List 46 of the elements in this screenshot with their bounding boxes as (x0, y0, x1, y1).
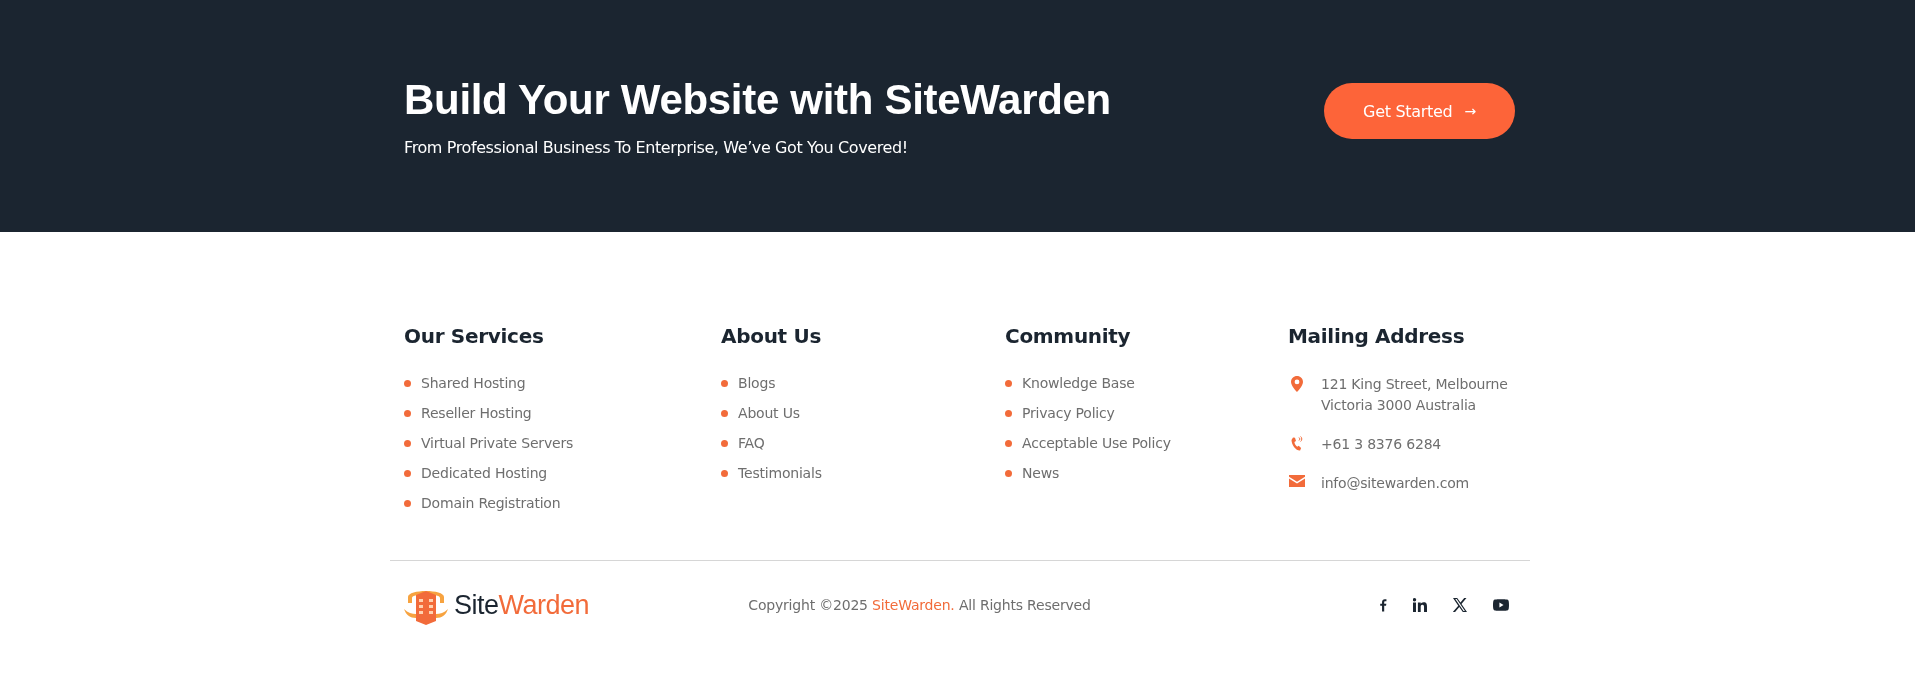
banner-subtitle: From Professional Business To Enterprise, We’ve Got You Covered! (404, 137, 909, 157)
bullet-icon (404, 409, 411, 417)
envelope-icon (1288, 475, 1305, 487)
footer-link[interactable]: Acceptable Use Policy (1022, 434, 1171, 452)
footer-link[interactable]: Reseller Hosting (421, 404, 532, 422)
location-pin-icon (1290, 376, 1303, 392)
bullet-icon (1005, 469, 1012, 477)
youtube-icon[interactable] (1493, 599, 1509, 611)
column-heading: About Us (721, 324, 823, 348)
footer-link[interactable]: Testimonials (738, 464, 822, 482)
footer-link[interactable]: Dedicated Hosting (421, 464, 547, 482)
copyright-link[interactable]: SiteWarden. (872, 597, 955, 613)
bullet-icon (1005, 409, 1012, 417)
footer-link[interactable]: News (1022, 464, 1060, 482)
footer-link[interactable]: Domain Registration (421, 494, 561, 512)
bullet-icon (721, 439, 728, 447)
bullet-icon (721, 469, 728, 477)
bullet-icon (721, 379, 728, 387)
contact-text: 121 King Street, Melbourne Victoria 3000 Australia (1321, 375, 1508, 415)
column-heading: Community (1005, 324, 1132, 348)
footer-link[interactable]: Shared Hosting (421, 374, 526, 392)
contact-text: info@sitewarden.com (1321, 474, 1469, 493)
bullet-icon (1005, 379, 1012, 387)
bullet-icon (721, 409, 728, 417)
logo-wordmark: SiteWarden (454, 589, 590, 621)
bullet-icon (404, 469, 411, 477)
contact-text: +61 3 8376 6284 (1321, 435, 1442, 454)
facebook-icon[interactable] (1379, 598, 1387, 612)
phone-icon (1289, 436, 1304, 452)
banner-title: Build Your Website with SiteWarden (404, 75, 1111, 124)
bullet-icon (404, 379, 411, 387)
get-started-button[interactable]: Get Started → (1324, 83, 1515, 139)
footer-link[interactable]: FAQ (738, 434, 765, 452)
bullet-icon (1005, 439, 1012, 447)
footer-link[interactable]: About Us (738, 404, 800, 422)
linkedin-icon[interactable] (1413, 598, 1427, 612)
bullet-icon (404, 439, 411, 447)
bullet-icon (404, 499, 411, 507)
column-heading: Our Services (404, 324, 545, 348)
footer-link[interactable]: Virtual Private Servers (421, 434, 574, 452)
column-heading: Mailing Address (1288, 324, 1466, 348)
footer-link[interactable]: Knowledge Base (1022, 374, 1135, 392)
footer-link[interactable]: Blogs (738, 374, 776, 392)
x-icon[interactable] (1453, 598, 1467, 612)
copyright-text: Copyright ©2025 SiteWarden. All Rights Reserved (748, 597, 1091, 613)
footer-link[interactable]: Privacy Policy (1022, 404, 1115, 422)
